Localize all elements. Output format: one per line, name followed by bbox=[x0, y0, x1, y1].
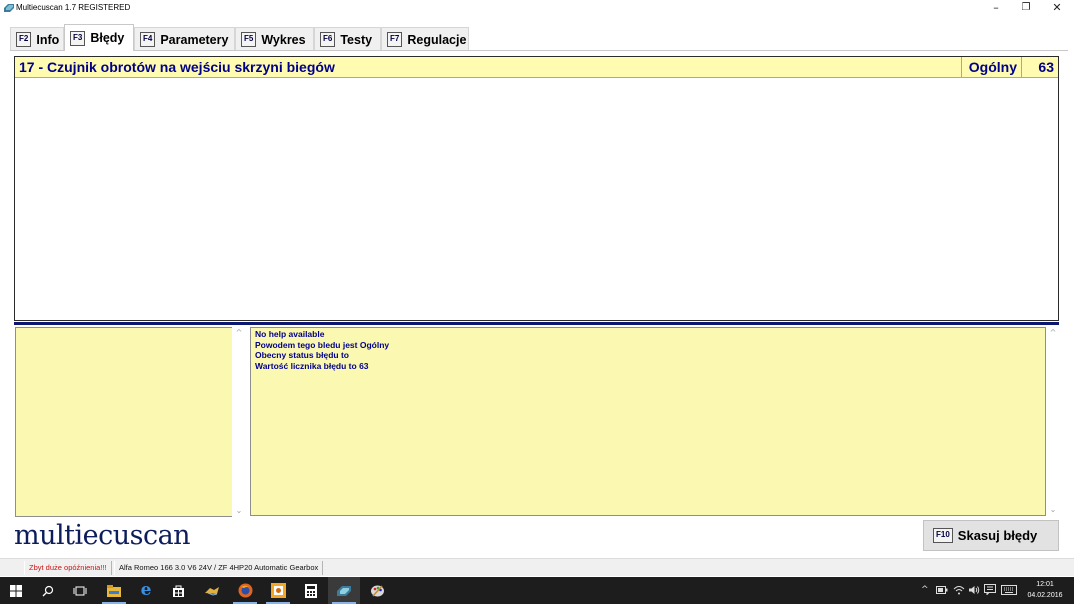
windows-logo-icon bbox=[10, 584, 22, 597]
pinned-folder-button[interactable] bbox=[196, 577, 228, 604]
scroll-down-icon[interactable]: ⌄ bbox=[1046, 504, 1060, 516]
task-view-icon bbox=[73, 586, 87, 595]
tab-testy[interactable]: F6 Testy bbox=[314, 27, 381, 51]
windows-taskbar: e ^ 12:01 04.02.2016 bbox=[0, 577, 1074, 604]
start-button[interactable] bbox=[0, 577, 32, 604]
tab-bledy[interactable]: F3 Błędy bbox=[64, 24, 134, 51]
left-pane-scrollbar[interactable]: ^ ⌄ bbox=[232, 327, 246, 517]
multiecuscan-icon bbox=[337, 585, 351, 596]
tab-parametery-label: Parametery bbox=[160, 32, 229, 47]
app-window: Multiecuscan 1.7 REGISTERED – ❐ ✕ F2 Inf… bbox=[0, 0, 1074, 604]
tab-bledy-label: Błędy bbox=[90, 31, 125, 45]
latency-warning: Zbyt duże opóźnienia!!! bbox=[24, 561, 112, 575]
paint-button[interactable] bbox=[361, 577, 393, 604]
minimize-button[interactable]: – bbox=[981, 0, 1011, 16]
help-line: Obecny status błędu to bbox=[255, 350, 349, 360]
tab-regulacje-label: Regulacje bbox=[407, 32, 467, 47]
help-line: Powodem tego bledu jest Ogólny bbox=[255, 339, 390, 350]
wifi-icon[interactable] bbox=[953, 577, 965, 604]
multiecuscan-logo: multiecuscan bbox=[14, 520, 191, 551]
f7-key-icon: F7 bbox=[387, 32, 403, 47]
tab-regulacje[interactable]: F7 Regulacje bbox=[381, 27, 469, 51]
calculator-button[interactable] bbox=[295, 577, 327, 604]
error-list[interactable]: 17 - Czujnik obrotów na wejściu skrzyni … bbox=[14, 56, 1059, 321]
splitter-bar[interactable] bbox=[14, 322, 1059, 325]
task-view-button[interactable] bbox=[64, 577, 96, 604]
tray-overflow-chevron-icon[interactable]: ^ bbox=[921, 577, 929, 604]
folder-bird-icon bbox=[205, 586, 219, 596]
tab-testy-label: Testy bbox=[340, 32, 373, 47]
scroll-down-icon[interactable]: ⌄ bbox=[232, 505, 246, 517]
clock-date: 04.02.2016 bbox=[1027, 592, 1063, 599]
taskbar-clock[interactable]: 12:01 04.02.2016 bbox=[1022, 579, 1068, 601]
f10-key-icon: F10 bbox=[933, 528, 953, 543]
multiecuscan-taskbar-button[interactable] bbox=[328, 577, 360, 604]
tab-wykres-label: Wykres bbox=[261, 32, 306, 47]
f6-key-icon: F6 bbox=[320, 32, 336, 47]
help-line: Wartość licznika błędu to 63 bbox=[255, 360, 369, 371]
f3-key-icon: F3 bbox=[70, 30, 86, 46]
firefox-button[interactable] bbox=[229, 577, 261, 604]
notifications-icon[interactable] bbox=[984, 577, 996, 604]
help-text-pane: No help available Powodem tego bledu jes… bbox=[250, 327, 1046, 516]
paint-palette-icon bbox=[370, 585, 384, 597]
store-button[interactable] bbox=[162, 577, 194, 604]
firefox-icon bbox=[238, 583, 252, 598]
help-pane-scrollbar[interactable]: ^ ⌄ bbox=[1046, 327, 1060, 516]
f2-key-icon: F2 bbox=[16, 32, 32, 47]
clock-time: 12:01 bbox=[1036, 581, 1054, 588]
battery-icon[interactable] bbox=[936, 577, 948, 604]
search-button[interactable] bbox=[32, 577, 64, 604]
vehicle-info: Alfa Romeo 166 3.0 V6 24V / ZF 4HP20 Aut… bbox=[114, 561, 324, 575]
detail-pane-left bbox=[15, 327, 233, 517]
multiecuscan-app-icon bbox=[4, 4, 14, 12]
tab-strip-border bbox=[10, 50, 1068, 51]
calculator-icon bbox=[305, 583, 317, 598]
window-title: Multiecuscan 1.7 REGISTERED bbox=[16, 3, 131, 12]
clear-errors-button[interactable]: F10 Skasuj błędy bbox=[923, 520, 1059, 551]
status-bar: Zbyt duże opóźnienia!!! Alfa Romeo 166 3… bbox=[0, 558, 1074, 576]
search-icon bbox=[42, 585, 54, 596]
tab-parametery[interactable]: F4 Parametery bbox=[134, 27, 235, 51]
tab-info-label: Info bbox=[36, 32, 60, 47]
outlook-button[interactable] bbox=[262, 577, 294, 604]
file-explorer-button[interactable] bbox=[98, 577, 130, 604]
keyboard-icon[interactable] bbox=[1001, 577, 1017, 604]
mail-app-icon bbox=[270, 583, 286, 598]
title-bar: Multiecuscan 1.7 REGISTERED – ❐ ✕ bbox=[0, 0, 1074, 16]
error-count: 63 bbox=[1021, 57, 1058, 77]
clear-errors-label: Skasuj błędy bbox=[957, 528, 1038, 543]
error-row[interactable]: 17 - Czujnik obrotów na wejściu skrzyni … bbox=[15, 57, 1058, 78]
close-button[interactable]: ✕ bbox=[1042, 0, 1072, 16]
tab-wykres[interactable]: F5 Wykres bbox=[235, 27, 314, 51]
error-title: 17 - Czujnik obrotów na wejściu skrzyni … bbox=[19, 59, 335, 75]
restore-button[interactable]: ❐ bbox=[1011, 0, 1041, 16]
volume-icon[interactable] bbox=[968, 577, 980, 604]
store-bag-icon bbox=[172, 585, 184, 597]
scroll-up-icon[interactable]: ^ bbox=[1046, 327, 1060, 339]
error-type: Ogólny bbox=[961, 57, 1021, 77]
edge-icon: e bbox=[140, 580, 152, 600]
edge-browser-button[interactable]: e bbox=[130, 577, 162, 604]
f5-key-icon: F5 bbox=[241, 32, 257, 47]
scroll-up-icon[interactable]: ^ bbox=[232, 327, 246, 339]
tab-info[interactable]: F2 Info bbox=[10, 27, 64, 51]
help-line: No help available bbox=[255, 329, 325, 339]
folder-icon bbox=[107, 584, 121, 597]
f4-key-icon: F4 bbox=[140, 32, 156, 47]
